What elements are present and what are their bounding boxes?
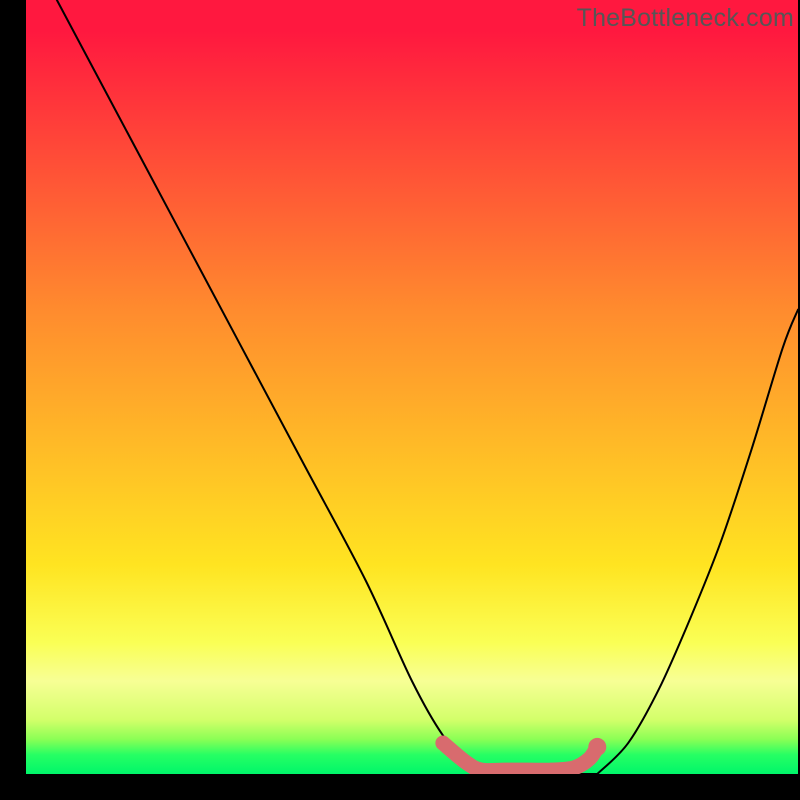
chart-frame: TheBottleneck.com	[0, 0, 800, 800]
valley-right-endpoint-dot	[588, 738, 606, 756]
bottleneck-curve-plot	[26, 0, 798, 774]
watermark-text: TheBottleneck.com	[577, 4, 794, 33]
gradient-background	[26, 0, 798, 774]
